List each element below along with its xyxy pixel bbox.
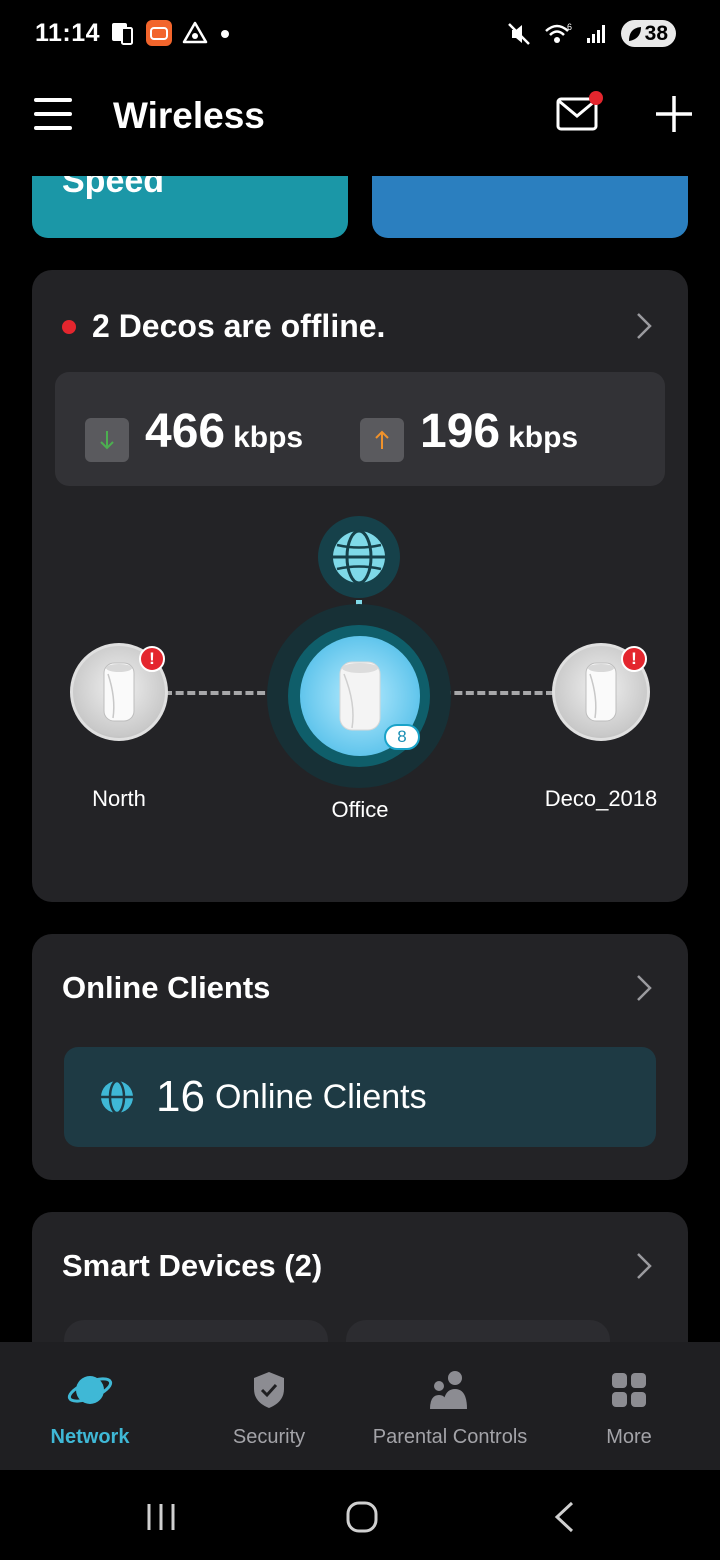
nav-label-parental-controls: Parental Controls bbox=[372, 1426, 528, 1448]
nav-security[interactable]: Security bbox=[219, 1342, 319, 1470]
nav-more[interactable]: More bbox=[579, 1342, 679, 1470]
speed-summary: 466 kbps 196 kbps bbox=[55, 372, 665, 486]
wifi-icon: 6 bbox=[544, 22, 572, 43]
system-status-icons: 6 38 bbox=[507, 20, 676, 47]
globe-icon bbox=[101, 1080, 133, 1114]
offline-alert[interactable]: 2 Decos are offline. bbox=[62, 308, 385, 345]
main-node-client-count: 8 bbox=[384, 724, 420, 750]
system-navigation-bar bbox=[0, 1470, 720, 1560]
smart-device-tile[interactable] bbox=[346, 1320, 610, 1342]
smart-devices-title: Smart Devices (2) bbox=[62, 1248, 323, 1283]
chevron-right-icon[interactable] bbox=[636, 312, 652, 340]
main-node-label: Office bbox=[331, 797, 389, 822]
speed-card-label: Speed bbox=[62, 176, 165, 200]
plus-icon bbox=[656, 96, 692, 132]
battery-indicator: 38 bbox=[620, 20, 676, 47]
cell-signal-icon bbox=[586, 24, 605, 43]
unread-dot bbox=[589, 91, 603, 105]
online-clients-count: 16 bbox=[156, 1072, 205, 1121]
chevron-right-icon[interactable] bbox=[636, 1252, 652, 1280]
recent-apps-icon[interactable] bbox=[145, 1502, 177, 1532]
upload-value: 196 bbox=[420, 405, 501, 458]
triangle-app-icon bbox=[182, 21, 208, 44]
bottom-navigation: Network Security Parental Controls More bbox=[0, 1342, 720, 1470]
online-clients-card[interactable]: Online Clients 16 Online Clients bbox=[32, 934, 688, 1180]
smart-device-tile[interactable] bbox=[64, 1320, 328, 1342]
family-icon bbox=[426, 1366, 474, 1414]
offline-alert-badge: ! bbox=[621, 646, 647, 672]
upload-arrow-icon bbox=[360, 418, 404, 462]
back-icon[interactable] bbox=[553, 1501, 575, 1533]
screen-mirror-icon bbox=[112, 23, 133, 45]
mute-icon bbox=[507, 22, 530, 45]
deco-router-icon bbox=[339, 661, 381, 731]
planet-icon bbox=[66, 1366, 114, 1414]
online-clients-label: Online Clients bbox=[214, 1077, 427, 1116]
menu-icon[interactable] bbox=[34, 98, 72, 130]
satellite-label-north: North bbox=[92, 786, 146, 811]
page-title: Wireless bbox=[113, 95, 265, 136]
nav-label-network: Network bbox=[50, 1426, 130, 1448]
app-bar: Wireless bbox=[0, 70, 720, 170]
smart-devices-card[interactable]: Smart Devices (2) bbox=[32, 1212, 688, 1342]
download-speed: 466 kbps bbox=[85, 404, 304, 462]
home-icon[interactable] bbox=[346, 1501, 378, 1533]
battery-level: 38 bbox=[644, 21, 668, 45]
nav-parental-controls[interactable]: Parental Controls bbox=[360, 1342, 540, 1470]
deco-router-icon bbox=[103, 662, 135, 722]
download-value: 466 bbox=[145, 405, 226, 458]
internet-node[interactable] bbox=[318, 516, 400, 598]
offline-alert-badge: ! bbox=[139, 646, 165, 672]
status-bar: 11:14 6 38 bbox=[0, 0, 720, 70]
nav-network[interactable]: Network bbox=[40, 1342, 140, 1470]
notification-icons bbox=[110, 20, 232, 46]
bilibili-app-icon bbox=[146, 20, 172, 46]
shield-icon bbox=[245, 1366, 293, 1414]
shortcut-card[interactable] bbox=[372, 176, 688, 238]
online-clients-summary[interactable]: 16 Online Clients bbox=[64, 1047, 656, 1147]
more-notifications-dot-icon bbox=[221, 30, 229, 38]
main-content[interactable]: Speed 2 Decos are offline. 466 kbps 196 … bbox=[0, 176, 720, 1342]
status-time: 11:14 bbox=[35, 19, 101, 47]
add-button[interactable] bbox=[654, 94, 694, 134]
battery-saver-leaf-icon bbox=[628, 26, 641, 41]
nav-label-more: More bbox=[606, 1426, 652, 1448]
nav-label-security: Security bbox=[232, 1426, 306, 1448]
network-topology: 8 Office ! North ! Deco_2018 bbox=[32, 500, 688, 890]
globe-icon bbox=[333, 529, 385, 585]
messages-button[interactable] bbox=[555, 91, 603, 132]
chevron-right-icon[interactable] bbox=[636, 974, 652, 1002]
speed-test-card[interactable]: Speed bbox=[32, 176, 348, 238]
network-status-card[interactable]: 2 Decos are offline. 466 kbps 196 kbps 8… bbox=[32, 270, 688, 902]
satellite-label-deco2018: Deco_2018 bbox=[544, 786, 658, 811]
upload-unit: kbps bbox=[508, 421, 579, 454]
download-arrow-icon bbox=[85, 418, 129, 462]
offline-message: 2 Decos are offline. bbox=[92, 308, 386, 344]
svg-text:6: 6 bbox=[567, 22, 572, 32]
download-unit: kbps bbox=[233, 421, 304, 454]
grid-icon bbox=[605, 1366, 653, 1414]
offline-status-dot bbox=[62, 319, 76, 334]
deco-router-icon bbox=[585, 662, 617, 722]
online-clients-title: Online Clients bbox=[62, 970, 271, 1005]
upload-speed: 196 kbps bbox=[360, 404, 579, 462]
